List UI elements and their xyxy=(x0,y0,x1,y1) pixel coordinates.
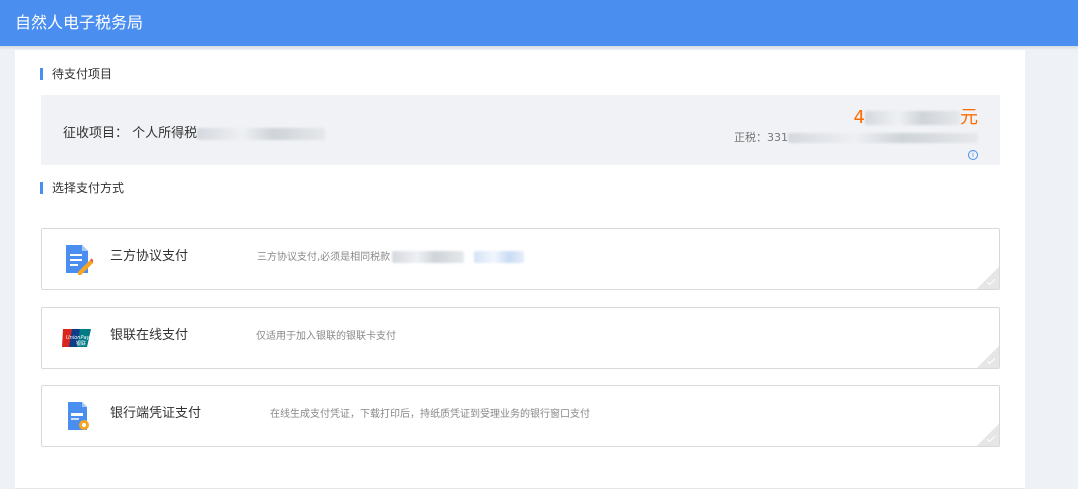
svg-text:银联: 银联 xyxy=(76,340,86,347)
principal-label: 正税：331 xyxy=(734,131,788,144)
payment-option-desc: 在线生成支付凭证，下载打印后，持纸质凭证到受理业务的银行窗口支付 xyxy=(270,409,590,420)
payment-option-name: 银联在线支付 xyxy=(110,328,189,343)
amount-prefix: 4 xyxy=(853,107,865,128)
selection-corner-icon xyxy=(977,267,999,289)
payment-option-tripartite[interactable]: 三方协议支付 三方协议支付,必须是相同税款 xyxy=(41,228,1000,290)
info-circle-icon[interactable]: i xyxy=(968,150,978,160)
main-card: 待支付项目 征收项目： 个人所得税 4元 正税：331 i 选择支付方式 三方协… xyxy=(15,50,1025,489)
document-edit-icon xyxy=(61,243,95,275)
pending-section-title: 待支付项目 xyxy=(40,66,112,82)
amount-due: 4元 xyxy=(854,103,978,129)
payment-option-unionpay[interactable]: UnionPay 银联 银联在线支付 仅适用于加入银联的银联卡支付 xyxy=(41,307,1000,369)
selection-corner-icon xyxy=(977,346,999,368)
pending-item-box: 征收项目： 个人所得税 4元 正税：331 i xyxy=(41,95,1000,165)
redacted-region xyxy=(788,133,978,143)
payment-option-desc: 仅适用于加入银联的银联卡支付 xyxy=(256,331,396,342)
voucher-icon xyxy=(61,400,93,432)
redacted-region xyxy=(865,111,960,125)
redacted-region xyxy=(474,251,525,263)
redacted-region xyxy=(392,251,465,263)
tax-item-label: 征收项目： xyxy=(63,126,129,141)
payment-option-bank-voucher[interactable]: 银行端凭证支付 在线生成支付凭证，下载打印后，持纸质凭证到受理业务的银行窗口支付 xyxy=(41,385,1000,447)
payment-option-name: 银行端凭证支付 xyxy=(110,406,202,421)
tax-item-value: 个人所得税 xyxy=(132,126,198,141)
principal-tax: 正税：331 xyxy=(734,129,978,145)
payment-section-title: 选择支付方式 xyxy=(40,180,124,196)
payment-option-name: 三方协议支付 xyxy=(110,249,189,264)
tax-item: 征收项目： 个人所得税 xyxy=(63,122,326,141)
selection-corner-icon xyxy=(977,424,999,446)
redacted-region xyxy=(197,127,326,140)
payment-option-desc: 三方协议支付,必须是相同税款 xyxy=(257,248,525,263)
app-header: 自然人电子税务局 xyxy=(0,0,1078,46)
app-title: 自然人电子税务局 xyxy=(15,13,144,32)
unionpay-icon: UnionPay 银联 xyxy=(61,322,93,354)
amount-suffix: 元 xyxy=(960,107,978,128)
